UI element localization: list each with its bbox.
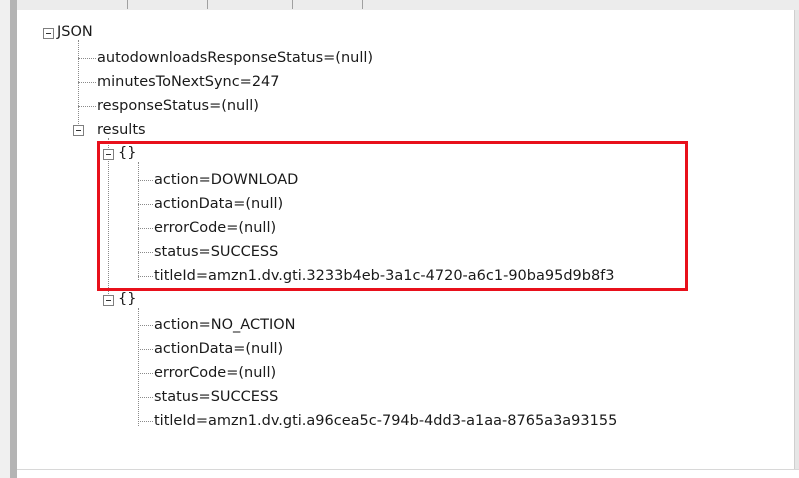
tree-connector	[138, 421, 153, 422]
tree-node-error-code[interactable]: errorCode=(null)	[154, 363, 276, 383]
json-viewer-window: JSON autodownloadsResponseStatus=(null) …	[0, 0, 799, 478]
tab-separator	[127, 0, 128, 9]
tree-connector	[78, 40, 79, 134]
tree-connector	[138, 373, 153, 374]
tree-node-action-data[interactable]: actionData=(null)	[154, 339, 283, 359]
window-left-border	[10, 0, 17, 478]
tab-separator	[292, 0, 293, 9]
tab-separator	[207, 0, 208, 9]
window-bottom-border	[17, 469, 799, 478]
tab-separator	[362, 0, 363, 9]
collapse-results-toggle-icon[interactable]	[73, 125, 84, 136]
tree-node-json-root[interactable]: JSON	[57, 22, 93, 42]
tree-connector	[78, 82, 96, 83]
tree-node-autodownloads-response-status[interactable]: autodownloadsResponseStatus=(null)	[97, 48, 373, 68]
tree-node-status[interactable]: status=SUCCESS	[154, 387, 278, 407]
tree-node-response-status[interactable]: responseStatus=(null)	[97, 96, 259, 116]
tree-node-title-id[interactable]: titleId=amzn1.dv.gti.a96cea5c-794b-4dd3-…	[154, 411, 617, 431]
tree-node-action[interactable]: action=NO_ACTION	[154, 315, 295, 335]
tree-connector	[138, 325, 153, 326]
left-gutter	[0, 0, 10, 478]
tree-node-minutes-to-next-sync[interactable]: minutesToNextSync=247	[97, 72, 280, 92]
tree-connector	[78, 58, 96, 59]
tree-node-results[interactable]: results	[97, 120, 146, 140]
window-right-border	[794, 10, 799, 478]
collapse-object-toggle-icon[interactable]	[103, 295, 114, 306]
json-tree-view[interactable]: JSON autodownloadsResponseStatus=(null) …	[17, 10, 794, 469]
highlight-box	[97, 141, 688, 291]
tree-connector	[78, 106, 96, 107]
tree-connector	[138, 349, 153, 350]
tree-node-object[interactable]: {}	[118, 289, 136, 309]
tree-connector	[138, 397, 153, 398]
collapse-json-toggle-icon[interactable]	[43, 28, 54, 39]
